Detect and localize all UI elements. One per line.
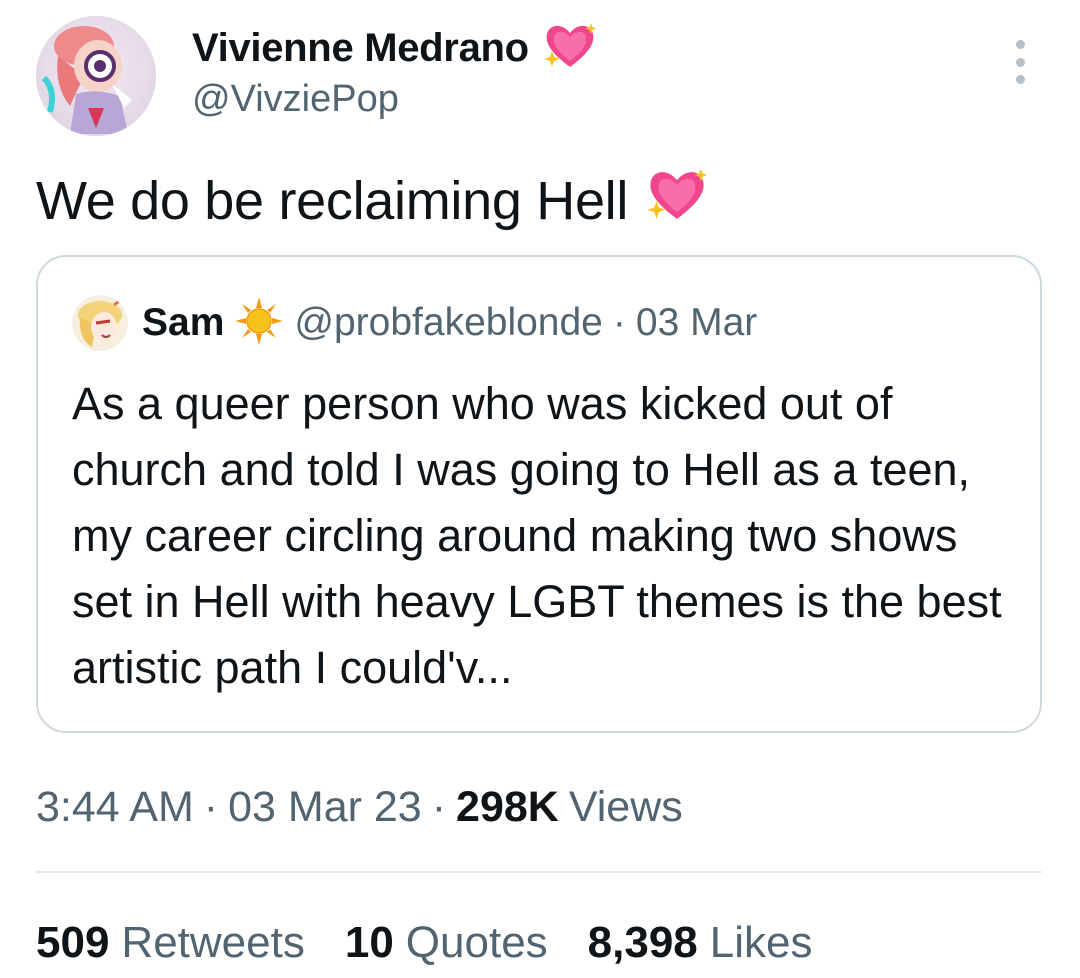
engagement-stats: 509 Retweets 10 Quotes 8,398 Likes [36, 914, 853, 972]
author-name-row: Vivienne Medrano [192, 20, 599, 76]
meta-separator: · [203, 782, 219, 831]
sparkling-heart-icon [541, 21, 599, 76]
quoted-tweet-header: Sam @probfakeblonde · 03 Mar [72, 295, 757, 351]
sun-icon [234, 296, 284, 351]
quoted-avatar-illustration [78, 297, 123, 347]
more-options-button[interactable] [1000, 40, 1040, 84]
quoted-tweet-card[interactable]: Sam @probfakeblonde · 03 Mar As a queer … [36, 255, 1042, 733]
retweets-count: 509 [36, 918, 110, 967]
likes-label: Likes [709, 918, 813, 967]
likes-stat[interactable]: 8,398 Likes [588, 918, 813, 968]
tweet-meta: 3:44 AM · 03 Mar 23 · 298K Views [36, 778, 683, 836]
tweet-date[interactable]: 03 Mar 23 [228, 783, 422, 832]
likes-count: 8,398 [587, 918, 698, 967]
quotes-count: 10 [344, 918, 394, 967]
more-dot-icon [1015, 75, 1025, 84]
avatar-illustration [41, 26, 132, 134]
tweet-time[interactable]: 3:44 AM [36, 783, 194, 832]
tweet-text-content: We do be reclaiming Hell [36, 171, 629, 231]
quoted-separator: · [612, 301, 626, 344]
quoted-author-avatar[interactable] [72, 295, 128, 351]
retweets-label: Retweets [121, 918, 305, 967]
quotes-label: Quotes [405, 918, 548, 967]
quoted-tweet-text: As a queer person who was kicked out of … [72, 378, 1002, 693]
views-label: Views [568, 782, 683, 831]
meta-separator: · [431, 782, 447, 831]
divider [36, 871, 1042, 873]
more-dot-icon [1015, 57, 1025, 67]
author-handle[interactable]: @VivziePop [192, 78, 399, 121]
quoted-date[interactable]: 03 Mar [636, 301, 757, 345]
tweet-text: We do be reclaiming Hell [36, 165, 710, 237]
quoted-author-handle[interactable]: @probfakeblonde [294, 301, 602, 345]
quoted-author-name[interactable]: Sam [142, 301, 224, 345]
author-display-name[interactable]: Vivienne Medrano [192, 26, 529, 71]
sparkling-heart-icon [644, 166, 710, 237]
quotes-stat[interactable]: 10 Quotes [345, 918, 548, 968]
author-avatar[interactable] [36, 16, 156, 136]
retweets-stat[interactable]: 509 Retweets [36, 918, 305, 968]
views-count: 298K [456, 782, 559, 831]
more-dot-icon [1015, 40, 1025, 49]
